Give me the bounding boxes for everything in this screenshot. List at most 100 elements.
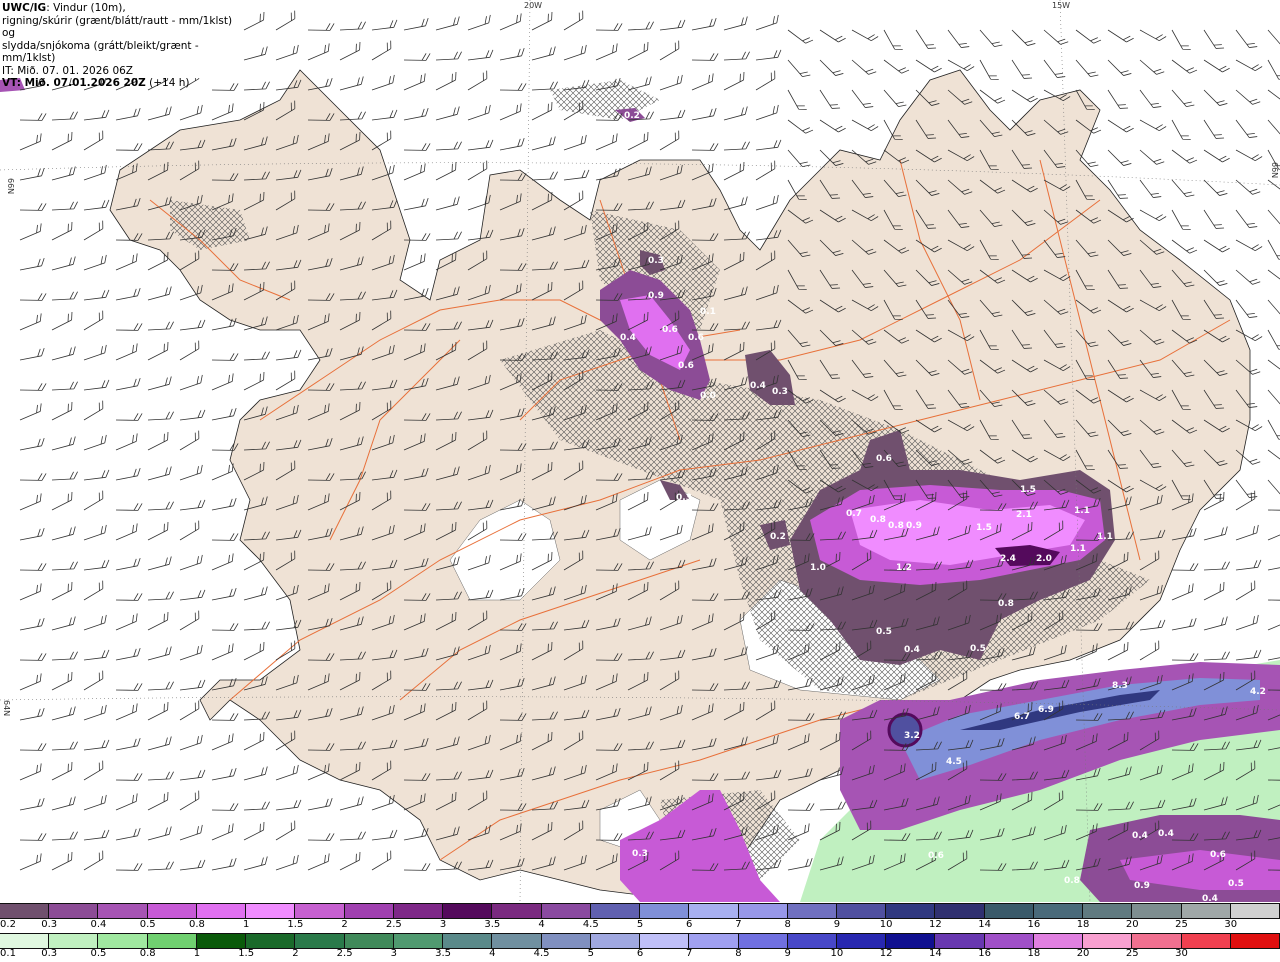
precip-value-label: 8.3 (1112, 681, 1128, 691)
snow-color-swatch (1083, 904, 1133, 918)
snow-scale-tick: 0.4 (90, 919, 107, 930)
lat-label-66n-left: 66N (6, 178, 15, 194)
snow-scale-tick: 8 (784, 919, 791, 930)
rain-color-swatch (295, 934, 345, 948)
precip-value-label: 0.3 (632, 849, 648, 859)
rain-color-swatch (1083, 934, 1133, 948)
rain-scale-tick: 1 (193, 948, 201, 959)
precip-value-label: 1.1 (1074, 506, 1090, 516)
rain-color-swatch (935, 934, 985, 948)
product-wind-label: : Vindur (10m), (46, 2, 126, 14)
weather-map[interactable]: 20W 15W 66N 66N 64N 0.2 0.3 0.9 0.6 0.4 … (0, 0, 1280, 902)
precip-value-label: 0.3 (772, 387, 788, 397)
rain-scale-tick: 8 (735, 948, 742, 959)
snow-color-swatch (492, 904, 542, 918)
rain-color-swatch (689, 934, 739, 948)
rain-scale-tick: 14 (929, 948, 942, 959)
snow-scale-tick: 3.5 (484, 919, 501, 930)
snow-scale-tick: 4.5 (582, 919, 599, 930)
rain-scale-tick: 16 (978, 948, 991, 959)
snow-scale-tick: 1.5 (287, 919, 304, 930)
precip-value-label: 0.4 (1132, 831, 1148, 841)
precip-value-label: 0.2 (770, 532, 786, 542)
rain-color-swatch (98, 934, 148, 948)
precip-value-label: 0.3 (676, 493, 692, 503)
rain-color-swatch (344, 934, 394, 948)
rain-color-swatch (590, 934, 641, 948)
snow-scale-tick: 2.5 (385, 919, 402, 930)
rain-scale-tick: 0.8 (139, 948, 156, 959)
snow-scale-tick: 30 (1224, 919, 1238, 930)
snow-color-swatch (689, 904, 739, 918)
precip-value-label: 2.4 (1000, 554, 1016, 564)
rain-scale-tick: 7 (686, 948, 693, 959)
precip-cell (887, 712, 923, 748)
precip-value-label: 0.8 (870, 515, 886, 525)
rain-scale-tick: 2.5 (336, 948, 353, 959)
lon-label-15w: 15W (1052, 1, 1070, 10)
rain-color-swatch (1230, 934, 1280, 948)
snow-color-swatch (787, 904, 837, 918)
rain-scale-tick: 20 (1076, 948, 1090, 959)
rain-color-swatch (836, 934, 887, 948)
snow-color-swatch (1181, 904, 1231, 918)
rain-scale-tick: 0.3 (41, 948, 58, 959)
precip-value-label: 0.1 (700, 307, 716, 317)
rain-color-swatch (492, 934, 542, 948)
snow-color-swatch (738, 904, 788, 918)
snow-scale-tick: 12 (929, 919, 942, 930)
snow-scale-tick: 5 (636, 919, 644, 930)
rain-color-swatch (443, 934, 493, 948)
rain-scale-tick: 30 (1175, 948, 1188, 959)
snow-scale-tick: 2 (341, 919, 348, 930)
precip-value-label: 0.6 (928, 851, 944, 861)
snow-scale-tick: 0.8 (188, 919, 205, 930)
precip-value-label: 0.6 (688, 333, 704, 343)
precip-value-label: 0.6 (662, 325, 678, 335)
snow-color-swatch (541, 904, 591, 918)
snow-scale-tick: 4 (538, 919, 545, 930)
precip-value-label: 6.9 (1038, 705, 1054, 715)
snow-description: slydda/snjókoma (grátt/bleikt/grænt - mm… (2, 39, 199, 65)
snow-scale-tick: 7 (735, 919, 742, 930)
forecast-hour: (+14 h) (145, 77, 190, 89)
precip-value-label: 0.9 (1134, 881, 1150, 891)
snow-scale-tick: 20 (1125, 919, 1139, 930)
precip-value-label: 0.6 (876, 454, 892, 464)
valid-time: VT: Mið. 07.01.2026 20Z (2, 77, 146, 89)
precip-value-label: 0.3 (648, 256, 664, 266)
precip-value-label: 0.4 (1202, 894, 1218, 902)
snow-color-swatch (1132, 904, 1182, 918)
snow-scale-tick: 14 (978, 919, 991, 930)
rain-color-scale (0, 933, 1280, 949)
snow-scale-tick: 10 (879, 919, 893, 930)
precip-value-label: 0.5 (1228, 879, 1244, 889)
precip-value-label: 2.0 (1036, 554, 1052, 564)
snow-color-swatch (49, 904, 99, 918)
precip-value-label: 0.6 (1210, 850, 1226, 860)
snow-scale-tick: 0.5 (139, 919, 156, 930)
snow-color-swatch (196, 904, 247, 918)
rain-scale-tick: 1.5 (238, 948, 255, 959)
rain-scale-tick: 25 (1125, 948, 1139, 959)
precip-value-label: 6.7 (1014, 712, 1030, 722)
snow-color-swatch (393, 904, 444, 918)
rain-color-swatch (1181, 934, 1231, 948)
snow-color-swatch (935, 904, 985, 918)
lat-label-64n-left: 64N (2, 700, 11, 716)
snow-scale-tick: 9 (833, 919, 841, 930)
rain-color-swatch (1132, 934, 1182, 948)
rain-color-swatch (49, 934, 99, 948)
precip-value-label: 1.2 (896, 563, 912, 573)
snow-color-swatch (344, 904, 394, 918)
snow-color-swatch (443, 904, 493, 918)
rain-scale-tick: 12 (879, 948, 893, 959)
snow-color-swatch (1230, 904, 1280, 918)
precip-value-label: 0.5 (970, 644, 986, 654)
rain-description: rigning/skúrir (grænt/blátt/rautt - mm/1… (2, 14, 233, 40)
snow-scale-tick: 0.3 (41, 919, 58, 930)
precip-value-label: 0.6 (678, 361, 694, 371)
snow-color-swatch (836, 904, 887, 918)
rain-color-swatch (147, 934, 197, 948)
snow-scale-tick: 18 (1076, 919, 1090, 930)
